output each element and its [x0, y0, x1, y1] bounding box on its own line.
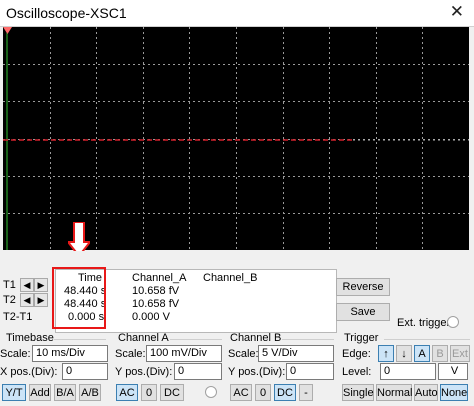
channel-b-ac-button[interactable]: AC: [230, 384, 252, 401]
t2-right-arrow-icon[interactable]: ▶: [34, 293, 48, 307]
scope-grid: [3, 27, 469, 250]
trigger-normal-button[interactable]: Normal: [376, 384, 412, 401]
grid-lines: [3, 27, 469, 250]
channel-a-scale-field[interactable]: 100 mV/Div: [146, 345, 222, 362]
cursor-t1-marker[interactable]: [3, 27, 12, 34]
trigger-level-field[interactable]: 0: [380, 363, 436, 380]
rising-edge-icon[interactable]: ↑: [378, 345, 394, 362]
trigger-auto-button[interactable]: Auto: [414, 384, 438, 401]
channel-a-ypos-label: Y pos.(Div):: [115, 366, 173, 378]
header-channel-a: Channel_A: [132, 272, 187, 284]
channel-b-ypos-label: Y pos.(Div):: [228, 366, 286, 378]
header-channel-b: Channel_B: [203, 272, 258, 284]
reverse-button[interactable]: Reverse: [336, 278, 390, 296]
title-bar: Oscilloscope-XSC1 ✕: [0, 0, 474, 27]
oscilloscope-display: [3, 27, 469, 250]
timebase-ba-button[interactable]: B/A: [54, 384, 76, 401]
channel-b-zero-button[interactable]: 0: [255, 384, 271, 401]
timebase-scale-field[interactable]: 10 ms/Div: [32, 345, 108, 362]
cursor-readout-panel: T1 ◀ ▶ T2 ◀ ▶ T2-T1 Time Channel_A Chann…: [0, 251, 474, 333]
t2-left-arrow-icon[interactable]: ◀: [20, 293, 34, 307]
channel-b-scale-field[interactable]: 5 V/Div: [258, 345, 334, 362]
channel-a-ypos-field[interactable]: 0: [174, 363, 222, 380]
t2-t1-channel-a: 0.000 V: [132, 311, 170, 323]
t1-channel-a: 10.658 fV: [132, 285, 180, 297]
channel-b-divider: [282, 339, 334, 340]
t2-label: T2: [3, 294, 16, 306]
channel-b-ypos-field[interactable]: 0: [286, 363, 334, 380]
channel-b-dc-button[interactable]: DC: [274, 384, 296, 401]
timebase-scale-label: Scale:: [0, 348, 31, 360]
window-title: Oscilloscope-XSC1: [6, 5, 127, 21]
t1-label: T1: [3, 279, 16, 291]
trigger-level-label: Level:: [342, 366, 372, 378]
trigger-source-a-button[interactable]: A: [414, 345, 430, 362]
channel-a-title: Channel A: [118, 332, 169, 344]
channel-a-divider: [170, 339, 222, 340]
channel-a-zero-button[interactable]: 0: [141, 384, 157, 401]
channel-a-terminal[interactable]: [205, 386, 217, 398]
channel-b-title: Channel B: [230, 332, 282, 344]
ext-trigger-label: Ext. trigger: [397, 317, 451, 329]
save-button[interactable]: Save: [336, 303, 390, 321]
channel-a-ac-button[interactable]: AC: [116, 384, 138, 401]
trigger-title: Trigger: [344, 332, 379, 344]
timebase-yt-button[interactable]: Y/T: [2, 384, 26, 401]
trigger-none-button[interactable]: None: [440, 384, 468, 401]
channel-a-dc-button[interactable]: DC: [160, 384, 184, 401]
channel-b-scale-label: Scale:: [228, 348, 259, 360]
close-icon[interactable]: ✕: [450, 2, 464, 22]
channel-b-invert-button[interactable]: -: [299, 384, 313, 401]
time-column-highlight: [52, 267, 106, 329]
timebase-add-button[interactable]: Add: [29, 384, 51, 401]
t2-t1-label: T2-T1: [3, 311, 33, 323]
timebase-ab-button[interactable]: A/B: [79, 384, 101, 401]
trigger-source-b-button[interactable]: B: [432, 345, 448, 362]
trigger-source-ext-button[interactable]: Ext: [450, 345, 470, 362]
timebase-xpos-label: X pos.(Div):: [0, 366, 58, 378]
trigger-edge-label: Edge:: [342, 348, 371, 360]
trigger-divider: [384, 339, 470, 340]
falling-edge-icon[interactable]: ↓: [396, 345, 412, 362]
t1-right-arrow-icon[interactable]: ▶: [34, 278, 48, 292]
timebase-title: Timebase: [6, 332, 54, 344]
channel-a-scale-label: Scale:: [115, 348, 146, 360]
t1-left-arrow-icon[interactable]: ◀: [20, 278, 34, 292]
ext-trigger-terminal[interactable]: [447, 316, 459, 328]
timebase-divider: [54, 339, 106, 340]
trigger-level-unit[interactable]: V: [438, 363, 468, 380]
timebase-xpos-field[interactable]: 0: [62, 363, 108, 380]
trigger-single-button[interactable]: Single: [342, 384, 374, 401]
t2-channel-a: 10.658 fV: [132, 298, 180, 310]
